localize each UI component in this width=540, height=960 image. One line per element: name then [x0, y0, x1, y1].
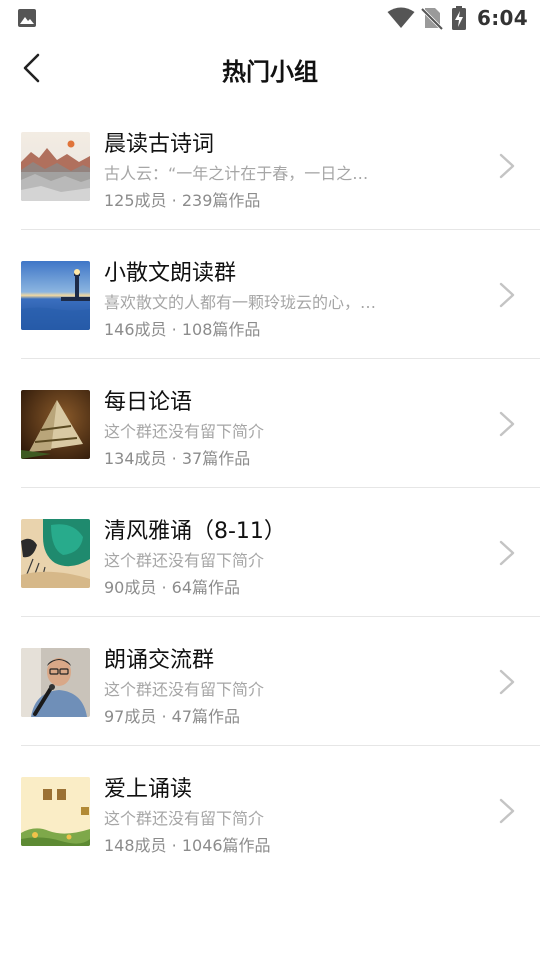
work-count: 239篇作品: [181, 191, 261, 210]
status-time: 6:04: [477, 6, 528, 30]
mountain-landscape-image: [21, 132, 90, 201]
group-name: 爱上诵读: [104, 777, 193, 802]
work-count: 108篇作品: [181, 320, 261, 339]
group-item[interactable]: 晨读古诗词 古人云：“一年之计在于春，一日之… 125成员 · 239篇作品: [0, 101, 540, 230]
member-count: 146成员: [104, 320, 167, 339]
group-name: 小散文朗读群: [104, 261, 237, 286]
member-count: 134成员: [104, 449, 167, 468]
meta-separator: ·: [161, 707, 167, 726]
wifi-icon: [387, 7, 415, 28]
member-count: 97成员: [104, 707, 157, 726]
group-description: 这个群还没有留下简介: [104, 809, 265, 828]
battery-charging-icon: [452, 6, 467, 30]
group-description: 这个群还没有留下简介: [104, 422, 265, 441]
group-meta: 97成员 · 47篇作品: [104, 703, 240, 727]
navigation-header: 热门小组: [0, 36, 540, 100]
group-list: 晨读古诗词 古人云：“一年之计在于春，一日之… 125成员 · 239篇作品 小…: [0, 101, 540, 875]
group-thumbnail: [21, 777, 90, 846]
member-count: 148成员: [104, 836, 167, 855]
group-description: 喜欢散文的人都有一颗玲珑云的心，…: [104, 293, 377, 312]
group-item[interactable]: 清风雅诵（8-11） 这个群还没有留下简介 90成员 · 64篇作品: [0, 488, 540, 617]
meta-separator: ·: [171, 191, 177, 210]
group-thumbnail: [21, 261, 90, 330]
work-count: 1046篇作品: [181, 836, 271, 855]
group-meta: 148成员 · 1046篇作品: [104, 832, 271, 856]
group-item[interactable]: 朗诵交流群 这个群还没有留下简介 97成员 · 47篇作品: [0, 617, 540, 746]
chevron-right-icon: [499, 153, 515, 179]
reading-poster-image: [21, 777, 90, 846]
status-bar: 6:04: [0, 0, 540, 36]
group-description: 古人云：“一年之计在于春，一日之…: [104, 164, 369, 183]
group-item[interactable]: 小散文朗读群 喜欢散文的人都有一颗玲珑云的心，… 146成员 · 108篇作品: [0, 230, 540, 359]
group-name: 晨读古诗词: [104, 132, 215, 157]
member-count: 90成员: [104, 578, 157, 597]
group-description: 这个群还没有留下简介: [104, 551, 265, 570]
group-meta: 146成员 · 108篇作品: [104, 316, 260, 340]
group-meta: 90成员 · 64篇作品: [104, 574, 240, 598]
group-meta: 125成员 · 239篇作品: [104, 187, 260, 211]
group-thumbnail: [21, 132, 90, 201]
chevron-right-icon: [499, 411, 515, 437]
man-with-microphone-image: [21, 648, 90, 717]
meta-separator: ·: [171, 320, 177, 339]
chevron-right-icon: [499, 798, 515, 824]
meta-separator: ·: [171, 449, 177, 468]
member-count: 125成员: [104, 191, 167, 210]
group-thumbnail: [21, 390, 90, 459]
group-description: 这个群还没有留下简介: [104, 680, 265, 699]
zongzi-image: [21, 390, 90, 459]
chevron-right-icon: [499, 669, 515, 695]
group-name: 朗诵交流群: [104, 648, 215, 673]
group-name: 每日论语: [104, 390, 193, 415]
work-count: 37篇作品: [181, 449, 251, 468]
image-icon: [18, 9, 36, 27]
group-meta: 134成员 · 37篇作品: [104, 445, 250, 469]
lighthouse-sea-image: [21, 261, 90, 330]
work-count: 47篇作品: [171, 707, 241, 726]
no-sim-icon: [421, 7, 444, 30]
group-item[interactable]: 爱上诵读 这个群还没有留下简介 148成员 · 1046篇作品: [0, 746, 540, 875]
meta-separator: ·: [161, 578, 167, 597]
group-thumbnail: [21, 648, 90, 717]
meta-separator: ·: [171, 836, 177, 855]
group-thumbnail: [21, 519, 90, 588]
chevron-right-icon: [499, 282, 515, 308]
work-count: 64篇作品: [171, 578, 241, 597]
status-icons: 6:04: [387, 6, 528, 30]
chevron-right-icon: [499, 540, 515, 566]
green-ink-painting-image: [21, 519, 90, 588]
group-name: 清风雅诵（8-11）: [104, 519, 286, 544]
page-title: 热门小组: [222, 58, 318, 86]
group-item[interactable]: 每日论语 这个群还没有留下简介 134成员 · 37篇作品: [0, 359, 540, 488]
